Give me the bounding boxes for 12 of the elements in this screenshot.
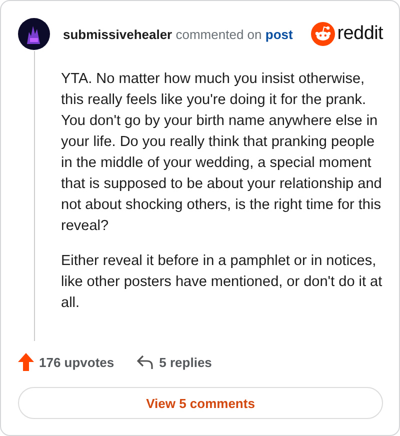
upvote-count: 176 upvotes: [39, 354, 114, 370]
action-text: commented on: [176, 26, 262, 42]
view-comments-button[interactable]: View 5 comments: [18, 387, 383, 419]
alien-icon: [311, 22, 336, 46]
comment-paragraph: Either reveal it before in a pamphlet or in notices, like other posters have mentioned, or don't do it at all.: [61, 252, 383, 313]
upvote-arrow-icon[interactable]: [18, 353, 34, 371]
logo-wordmark: reddit: [337, 23, 383, 45]
post-link[interactable]: post: [265, 26, 293, 42]
comment-paragraph: YTA. No matter how much you insist otherwise, this really feels like you're doing it for the prank. You don't go by your birth name anywhere else in your life. Do you really think that pranking people in the middle of your wedding, a special moment that is supposed to be about your relationship and not about shocking others, is the right time for this reveal?: [61, 70, 383, 236]
author-name[interactable]: submissivehealer: [63, 26, 172, 42]
reply-arrow-icon[interactable]: [136, 354, 154, 370]
reply-count: 5 replies: [159, 354, 212, 370]
